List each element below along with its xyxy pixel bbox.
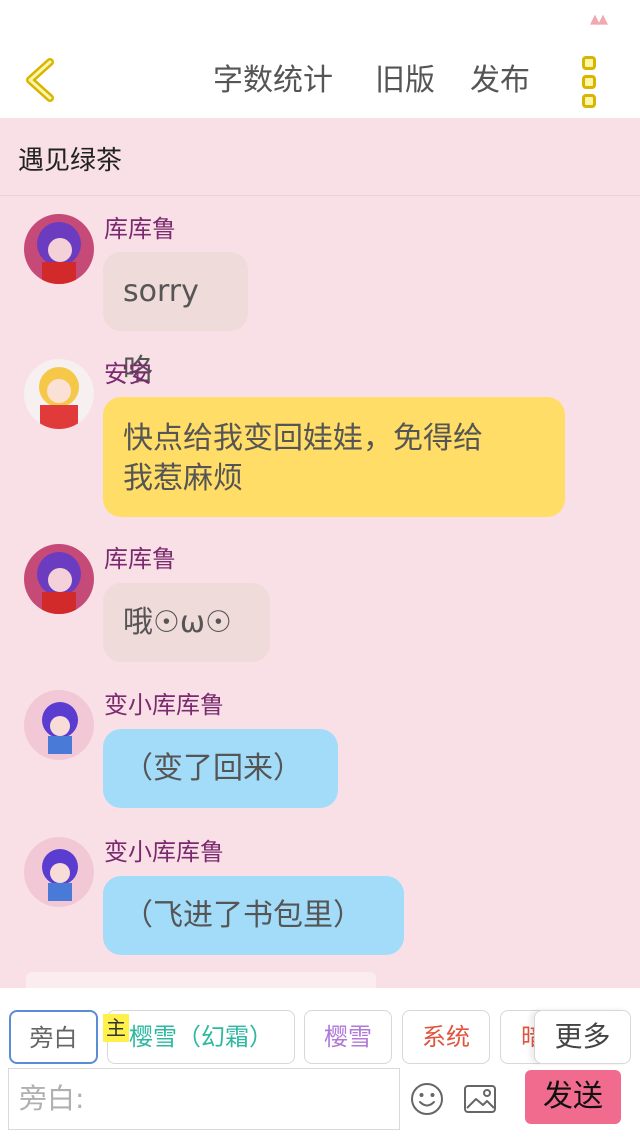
emoji-button[interactable] bbox=[410, 1082, 444, 1116]
message-bubble[interactable]: （变了回来） bbox=[103, 729, 338, 808]
chat-title-row[interactable]: 遇见绿茶 bbox=[0, 118, 640, 196]
image-button[interactable] bbox=[463, 1082, 497, 1116]
chip-label: 樱雪 bbox=[324, 1023, 372, 1051]
chat-message: 变小库库鲁 （飞进了书包里） bbox=[0, 835, 640, 960]
message-text-line: 我惹麻烦 bbox=[123, 461, 243, 496]
sender-name: 变小库库鲁 bbox=[104, 838, 224, 866]
character-avatar-icon bbox=[24, 359, 94, 429]
avatar[interactable] bbox=[24, 544, 94, 614]
message-input[interactable]: 旁白: bbox=[8, 1068, 400, 1130]
message-bubble[interactable]: （飞进了书包里） bbox=[103, 876, 404, 955]
character-chip-narrator[interactable]: 旁白 bbox=[9, 1010, 98, 1064]
chip-label: 樱雪（幻霜） bbox=[129, 1023, 273, 1051]
publish-button[interactable]: 发布 bbox=[470, 61, 530, 101]
send-button[interactable]: 发送 bbox=[525, 1070, 621, 1124]
menu-dot-icon bbox=[582, 94, 596, 108]
message-text: 哦☉ω☉ bbox=[123, 605, 232, 640]
more-menu-button[interactable] bbox=[574, 54, 604, 110]
message-text: （变了回来） bbox=[123, 751, 303, 786]
sender-name: 安安 bbox=[104, 360, 152, 388]
character-avatar-icon bbox=[24, 690, 94, 760]
top-toolbar: 字数统计 旧版 发布 bbox=[0, 44, 640, 118]
chevron-left-icon bbox=[26, 58, 54, 102]
chip-label: 系统 bbox=[422, 1023, 470, 1051]
back-button[interactable] bbox=[20, 56, 68, 104]
sender-name: 变小库库鲁 bbox=[104, 691, 224, 719]
character-avatar-icon bbox=[24, 214, 94, 284]
chat-message: 库库鲁 哦☉ω☉ bbox=[0, 542, 640, 667]
character-selector: 旁白 樱雪（幻霜） 主 樱雪 系统 暗 更多 bbox=[0, 988, 640, 1068]
menu-dot-icon bbox=[582, 75, 596, 89]
chat-message: 变小库库鲁 （变了回来） bbox=[0, 688, 640, 813]
character-chip-system[interactable]: 系统 bbox=[402, 1010, 490, 1064]
word-count-button[interactable]: 字数统计 bbox=[213, 61, 333, 101]
menu-dot-icon bbox=[582, 56, 596, 70]
character-avatar-icon bbox=[24, 544, 94, 614]
chat-message: 库库鲁 sorry咯 bbox=[0, 210, 640, 388]
image-icon bbox=[464, 1085, 496, 1113]
avatar[interactable] bbox=[24, 359, 94, 429]
more-characters-button[interactable]: 更多 bbox=[534, 1010, 631, 1064]
more-label: 更多 bbox=[554, 1020, 611, 1053]
chat-title: 遇见绿茶 bbox=[18, 146, 123, 176]
old-version-button[interactable]: 旧版 bbox=[375, 61, 435, 101]
avatar[interactable] bbox=[24, 690, 94, 760]
main-role-badge: 主 bbox=[103, 1014, 129, 1042]
chip-label: 旁白 bbox=[29, 1024, 78, 1052]
message-bubble[interactable]: sorry咯 bbox=[103, 252, 248, 388]
character-chip-yingxue-huanshuang[interactable]: 樱雪（幻霜） bbox=[107, 1010, 295, 1064]
sender-name: 库库鲁 bbox=[104, 545, 176, 573]
message-text: （飞进了书包里） bbox=[123, 898, 363, 933]
avatar[interactable] bbox=[24, 214, 94, 284]
smiley-icon bbox=[411, 1083, 443, 1115]
character-avatar-icon bbox=[24, 837, 94, 907]
chat-message: 安安 快点给我变回娃娃，免得给 我惹麻烦 bbox=[0, 357, 640, 522]
message-bubble[interactable]: 快点给我变回娃娃，免得给 我惹麻烦 bbox=[103, 397, 565, 517]
message-text-line: 快点给我变回娃娃，免得给 bbox=[123, 421, 483, 456]
message-bubble[interactable]: 哦☉ω☉ bbox=[103, 583, 270, 662]
signal-icon: ▲▲ bbox=[590, 12, 608, 27]
status-bar: ▲▲ bbox=[0, 0, 640, 44]
character-chip-yingxue[interactable]: 樱雪 bbox=[304, 1010, 392, 1064]
avatar[interactable] bbox=[24, 837, 94, 907]
sender-name: 库库鲁 bbox=[104, 215, 176, 243]
composer: 旁白: 发送 bbox=[0, 1066, 640, 1138]
